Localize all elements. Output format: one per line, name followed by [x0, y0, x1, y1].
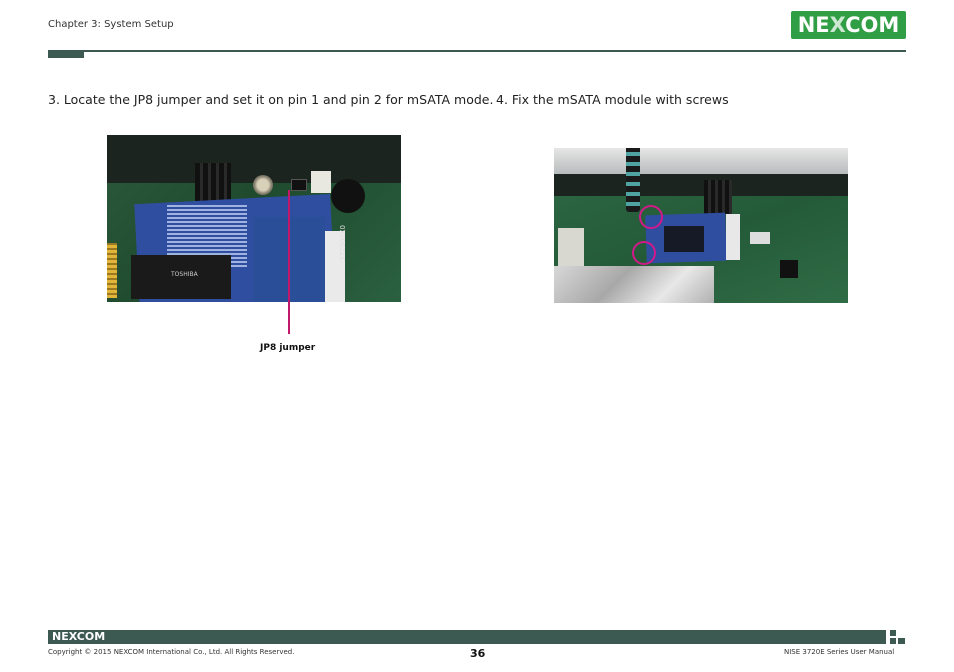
manual-title: NISE 3720E Series User Manual	[784, 648, 895, 656]
nexcom-logo-text: NEXCOM	[797, 13, 900, 37]
component	[750, 232, 770, 244]
header-tab	[48, 50, 84, 58]
screw-icon	[253, 175, 273, 195]
screwdriver-icon	[626, 148, 640, 212]
callout-line	[288, 190, 290, 334]
ic-chip	[780, 260, 798, 278]
header-rule	[48, 50, 906, 52]
step-4-instruction: 4. Fix the mSATA module with screws	[496, 92, 729, 107]
footer-decor-square	[890, 630, 896, 636]
footer-bar	[48, 630, 886, 644]
flash-chip-label: TOSHIBA	[171, 271, 198, 278]
copyright-notice: Copyright © 2015 NEXCOM International Co…	[48, 648, 295, 656]
footer-decor-square	[890, 638, 896, 644]
jp8-jumper-block	[291, 179, 307, 191]
gold-contacts	[107, 243, 117, 298]
heatsink	[704, 180, 732, 214]
jp8-jumper-photo: TOSHIBA 372000X0	[107, 135, 401, 302]
screw-highlight-circle	[639, 205, 663, 229]
footer-logo: NEXCOM	[52, 630, 106, 643]
nexcom-logo: NEXCOM	[791, 11, 906, 39]
page-number: 36	[470, 647, 486, 660]
board-silkscreen-label: 372000X0	[339, 225, 347, 261]
chassis-rail	[554, 148, 848, 174]
msata-screws-photo	[554, 148, 848, 303]
chapter-title: Chapter 3: System Setup	[48, 19, 174, 30]
screw-highlight-circle	[632, 241, 656, 265]
jp8-callout-label: JP8 jumper	[260, 343, 316, 353]
capacitor	[331, 179, 365, 213]
msata-slot	[726, 214, 740, 260]
step-3-instruction: 3. Locate the JP8 jumper and set it on p…	[48, 92, 494, 107]
connector	[311, 171, 331, 193]
connector	[558, 228, 584, 266]
footer-decor-square	[898, 638, 905, 644]
chassis-edge	[107, 135, 401, 183]
chassis-edge	[554, 174, 848, 196]
thermal-foil	[554, 266, 714, 303]
module-chip	[664, 226, 704, 252]
